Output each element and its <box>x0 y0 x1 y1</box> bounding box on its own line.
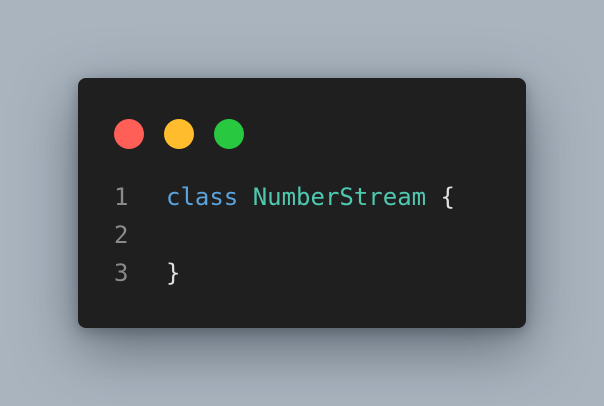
code-line-3: 3 } <box>114 254 455 292</box>
line-number: 3 <box>114 259 129 287</box>
code-line-1: 1 class NumberStream { <box>114 178 455 216</box>
brace-close-token: } <box>166 259 181 287</box>
code-block: 1 class NumberStream { 2 3 } <box>114 178 455 292</box>
minimize-dot-icon[interactable] <box>164 119 194 149</box>
line-number: 1 <box>114 183 129 211</box>
keyword-token: class <box>166 183 239 211</box>
class-name-token: NumberStream <box>252 183 427 211</box>
code-line-2: 2 <box>114 216 455 254</box>
brace-open-token: { <box>440 183 455 211</box>
line-number: 2 <box>114 221 129 249</box>
close-dot-icon[interactable] <box>114 119 144 149</box>
window-controls <box>114 119 244 149</box>
maximize-dot-icon[interactable] <box>214 119 244 149</box>
code-window: 1 class NumberStream { 2 3 } <box>78 78 526 328</box>
